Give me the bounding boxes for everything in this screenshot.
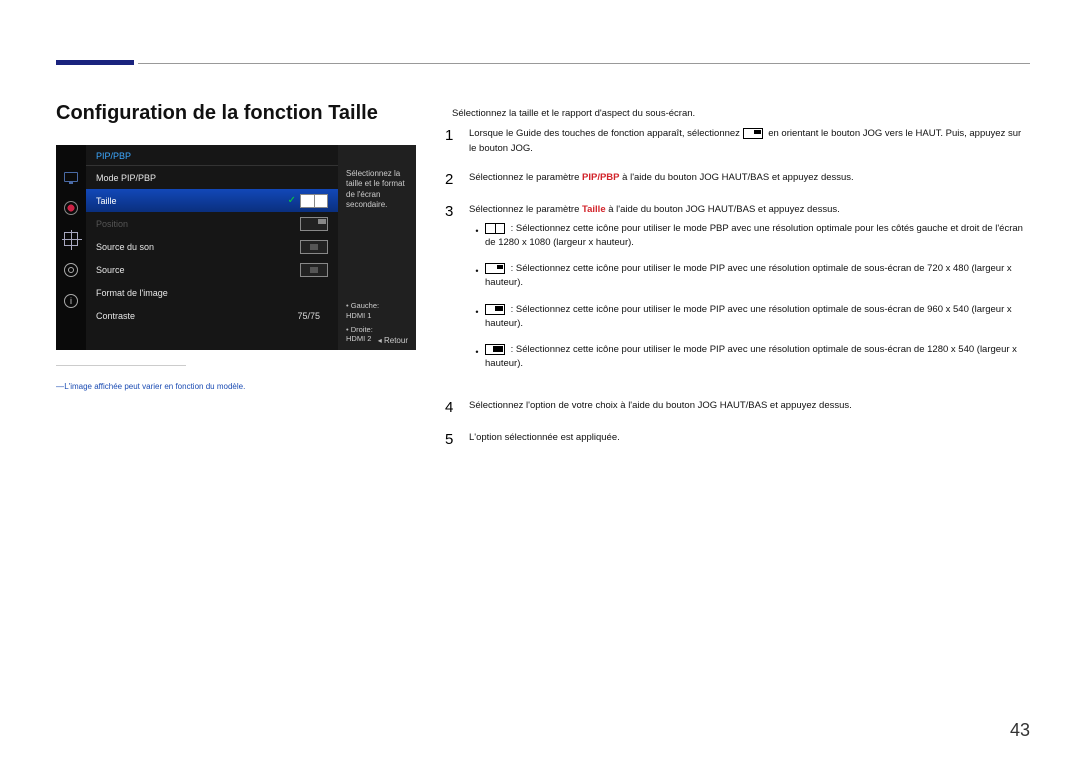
step-5-body: L'option sélectionnée est appliquée. [469, 430, 1030, 448]
osd-row-source: Source [86, 258, 338, 281]
osd-list: PIP/PBP Mode PIP/PBP Taille ✓ Position S… [86, 145, 338, 350]
pip-medium-icon [485, 304, 505, 315]
header-rule [138, 63, 1030, 64]
note-separator [56, 365, 186, 366]
step-3: 3 Sélectionnez le paramètre Taille à l'a… [445, 202, 1030, 383]
osd-row-contraste: Contraste 75/75 [86, 304, 338, 327]
steps-list: 1 Lorsque le Guide des touches de foncti… [445, 126, 1030, 462]
step-2-number: 2 [445, 170, 469, 188]
osd-droite-val: HDMI 2 [346, 334, 371, 343]
step-4-body: Sélectionnez l'option de votre choix à l… [469, 398, 1030, 416]
osd-side-info: • Gauche:HDMI 1 • Droite:HDMI 2 Retour [346, 301, 408, 344]
osd-row-position: Position [86, 212, 338, 235]
osd-label-position: Position [96, 219, 300, 229]
monitor-icon [63, 169, 79, 185]
osd-retour: Retour [378, 336, 408, 346]
sublist: • : Sélectionnez cette icône pour utilis… [469, 222, 1030, 372]
osd-description-text: Sélectionnez la taille et le format de l… [346, 169, 408, 211]
info-icon: i [63, 293, 79, 309]
step-4-number: 4 [445, 398, 469, 416]
osd-label-source-son: Source du son [96, 242, 300, 252]
step-3-number: 3 [445, 202, 469, 383]
bullet-icon: • [469, 222, 485, 251]
step-1: 1 Lorsque le Guide des touches de foncti… [445, 126, 1030, 156]
osd-label-taille: Taille [96, 196, 288, 206]
pip-large-icon [485, 344, 505, 355]
bullet-icon: • [469, 343, 485, 372]
color-icon [63, 200, 79, 216]
osd-icon-strip: i [56, 145, 86, 350]
taille-value-icon [300, 194, 328, 208]
osd-row-format: Format de l'image [86, 281, 338, 304]
target-icon [63, 231, 79, 247]
pip-small-icon [485, 263, 505, 274]
taille-param: Taille [582, 204, 606, 215]
osd-row-taille: Taille ✓ [86, 189, 338, 212]
bullet-icon: • [469, 303, 485, 332]
step-2-body: Sélectionnez le paramètre PIP/PBP à l'ai… [469, 170, 1030, 188]
osd-panel: i PIP/PBP Mode PIP/PBP Taille ✓ Position… [56, 145, 416, 350]
page-title: Configuration de la fonction Taille [56, 102, 378, 125]
menu-icon [743, 128, 763, 139]
sub-item-pbp: • : Sélectionnez cette icône pour utilis… [469, 222, 1030, 251]
osd-section-header: PIP/PBP [86, 145, 338, 166]
sub-item-pip-m: • : Sélectionnez cette icône pour utilis… [469, 303, 1030, 332]
step-5: 5 L'option sélectionnée est appliquée. [445, 430, 1030, 448]
source-value-icon [300, 263, 328, 277]
page-number: 43 [1010, 720, 1030, 741]
step-3-body: Sélectionnez le paramètre Taille à l'aid… [469, 202, 1030, 383]
intro-text: Sélectionnez la taille et le rapport d'a… [452, 108, 1030, 119]
osd-row-source-son: Source du son [86, 235, 338, 258]
position-value-icon [300, 217, 328, 231]
header-accent [56, 60, 134, 65]
pip-pbp-param: PIP/PBP [582, 172, 620, 183]
gear-icon [63, 262, 79, 278]
osd-description-pane: Sélectionnez la taille et le format de l… [338, 145, 416, 350]
pbp-split-icon [485, 223, 505, 234]
osd-label-contraste: Contraste [96, 311, 248, 321]
sub-item-pip-l: • : Sélectionnez cette icône pour utilis… [469, 343, 1030, 372]
osd-row-mode: Mode PIP/PBP [86, 166, 338, 189]
step-5-number: 5 [445, 430, 469, 448]
step-1-number: 1 [445, 126, 469, 156]
model-variance-note: L'image affichée peut varier en fonction… [56, 382, 245, 391]
osd-label-source: Source [96, 265, 300, 275]
osd-gauche-val: HDMI 1 [346, 311, 371, 320]
bullet-icon: • [469, 262, 485, 291]
sub-item-pip-s: • : Sélectionnez cette icône pour utilis… [469, 262, 1030, 291]
step-1-body: Lorsque le Guide des touches de fonction… [469, 126, 1030, 156]
check-icon: ✓ [288, 195, 296, 206]
step-4: 4 Sélectionnez l'option de votre choix à… [445, 398, 1030, 416]
osd-label-mode: Mode PIP/PBP [96, 173, 328, 183]
step-2: 2 Sélectionnez le paramètre PIP/PBP à l'… [445, 170, 1030, 188]
osd-contraste-value: 75/75 [248, 311, 328, 321]
source-son-value-icon [300, 240, 328, 254]
osd-label-format: Format de l'image [96, 288, 328, 298]
